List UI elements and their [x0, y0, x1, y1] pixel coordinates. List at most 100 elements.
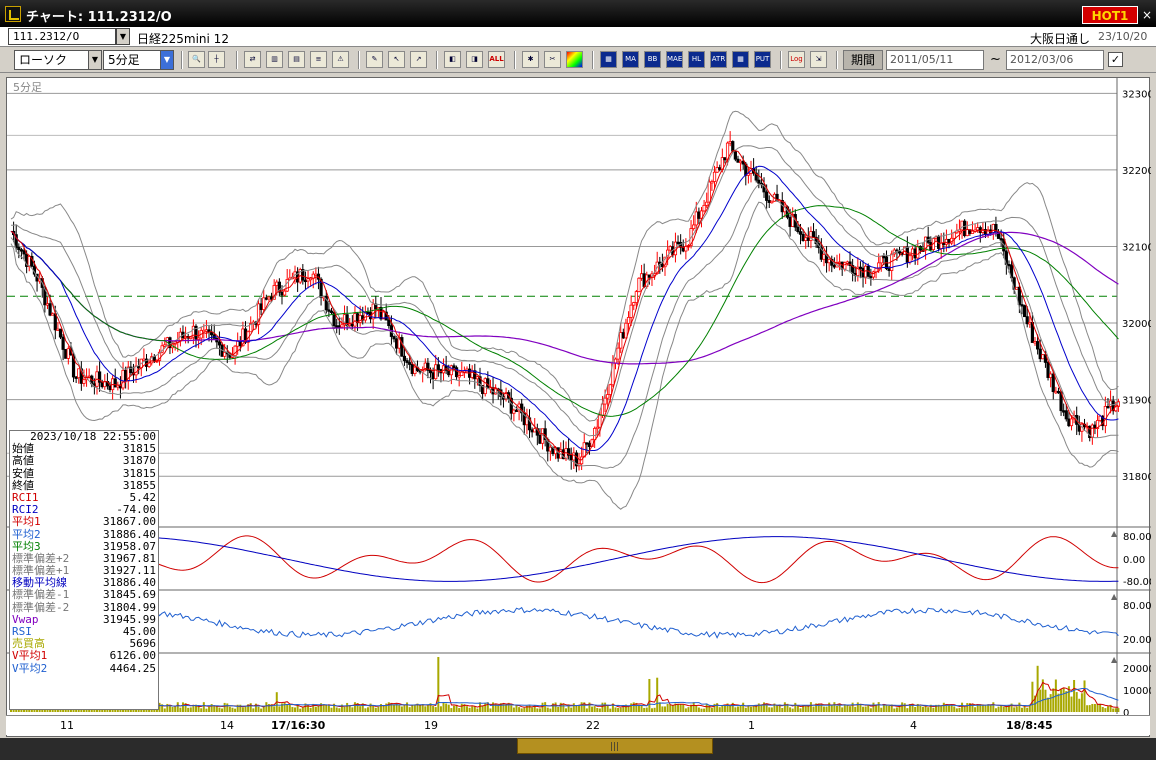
date-from-field[interactable]: 2011/05/11 [886, 50, 984, 70]
info-label: 高値 [12, 454, 34, 468]
volume-bar [1112, 708, 1115, 712]
candle-body [733, 150, 737, 160]
volume-bar [413, 705, 416, 712]
info-label: V平均1 [12, 649, 48, 663]
candle-body [113, 378, 117, 388]
info-value: 45.00 [122, 625, 156, 638]
candle-body [585, 442, 589, 445]
candle-body [684, 246, 688, 252]
pattern-icon[interactable]: ▦ [732, 51, 749, 68]
window-title: チャート: 111.2312/O [26, 10, 172, 25]
zoom-icon[interactable]: 🔍 [188, 51, 205, 68]
scroll-right-icon[interactable]: ◨ [466, 51, 483, 68]
volume-bar [424, 706, 427, 712]
volume-bar [476, 708, 479, 712]
settings-icon[interactable]: ✱ [522, 51, 539, 68]
x-tick-label: 18/8:45 [1006, 719, 1053, 732]
candle-body [603, 397, 607, 405]
volume-bar [927, 707, 930, 712]
atr-button[interactable]: ATR [710, 51, 727, 68]
crosshair-icon[interactable]: ┼ [208, 51, 225, 68]
grid-icon[interactable]: ▦ [600, 51, 617, 68]
hot-button[interactable]: HOT1 [1082, 6, 1138, 24]
volume-bar [924, 706, 927, 712]
symbol-dropdown-icon[interactable]: ▼ [116, 28, 130, 45]
volume-bar [796, 705, 799, 712]
candle-body [452, 365, 456, 369]
info-value: 31815 [122, 466, 156, 480]
warning-icon[interactable]: ⚠ [332, 51, 349, 68]
date-to-field[interactable]: 2012/03/06 [1006, 50, 1104, 70]
volume-bar [549, 708, 552, 712]
ma-button[interactable]: MA [622, 51, 639, 68]
volume-bar [637, 705, 640, 712]
volume-bar [1060, 689, 1063, 712]
candle-body [329, 310, 334, 313]
volume-bar [538, 708, 541, 712]
chevron-down-icon[interactable]: ▼ [160, 50, 174, 70]
info-row: V平均1 6126.00 [10, 650, 158, 662]
candle-body [64, 349, 68, 359]
volume-bar [541, 702, 544, 712]
volume-bar [1062, 687, 1065, 712]
hl-button[interactable]: HL [688, 51, 705, 68]
volume-bar [531, 707, 534, 712]
volume-bar [1073, 679, 1076, 712]
volume-bar [734, 707, 737, 712]
scroll-left-icon[interactable]: ◧ [444, 51, 461, 68]
chevron-down-icon[interactable]: ▼ [88, 50, 102, 70]
period-button[interactable]: 期間 [843, 50, 883, 70]
info-label: Vwap [12, 612, 39, 626]
volume-bar [645, 707, 648, 712]
put-button[interactable]: PUT [754, 51, 771, 68]
mae-button[interactable]: MAE [666, 51, 683, 68]
volume-bar [830, 705, 833, 712]
tool-icon[interactable]: ✂ [544, 51, 561, 68]
period-checkbox[interactable]: ✓ [1108, 52, 1123, 67]
trendline-icon[interactable]: ↗ [410, 51, 427, 68]
symbol-input[interactable]: 111.2312/O [8, 28, 116, 45]
x-tick-label: 1 [748, 719, 755, 732]
log-button[interactable]: Log [788, 51, 805, 68]
volume-bar [202, 702, 205, 712]
volume-bar [958, 707, 961, 712]
info-row: 標準偏差-1 31845.69 [10, 589, 158, 601]
volume-bar [666, 703, 669, 712]
candle-body [1025, 316, 1029, 325]
info-row: V平均2 4464.25 [10, 662, 158, 675]
lines-icon[interactable]: ≡ [310, 51, 327, 68]
candle-body [548, 446, 552, 452]
pointer-icon[interactable]: ↖ [388, 51, 405, 68]
volume-bar [596, 707, 599, 712]
volume-bar [1114, 708, 1117, 712]
volume-bar [434, 707, 437, 712]
volume-bar [643, 707, 646, 712]
volume-bar [351, 707, 354, 712]
color-icon[interactable] [566, 51, 583, 68]
candle-icon[interactable]: ▥ [266, 51, 283, 68]
volume-bar [471, 706, 474, 712]
volume-bar [403, 705, 406, 712]
volume-bar [799, 708, 802, 712]
export-icon[interactable]: ⇲ [810, 51, 827, 68]
close-icon[interactable]: × [1140, 8, 1154, 22]
chart-area[interactable]: 32300 32200 32100 32000 31900 31800 5分足 80.00 0.… [6, 77, 1151, 738]
title-bar[interactable]: チャート: 111.2312/O HOT1 × [0, 0, 1156, 27]
bar-chart-icon[interactable]: ▤ [288, 51, 305, 68]
chart-canvas[interactable]: 32300 32200 32100 32000 31900 31800 5分足 80.00 0.… [7, 78, 1151, 738]
volume-bar [364, 708, 367, 712]
ma3-line [10, 205, 1119, 417]
candle-body [676, 241, 680, 245]
candle-body [402, 355, 407, 362]
volume-bar [544, 702, 547, 712]
pencil-icon[interactable]: ✎ [366, 51, 383, 68]
volume-bar [348, 705, 351, 712]
candle-body [100, 381, 104, 388]
candle-body [765, 191, 769, 201]
bb-button[interactable]: BB [644, 51, 661, 68]
compare-icon[interactable]: ⇄ [244, 51, 261, 68]
volume-bar [898, 706, 901, 712]
all-icon[interactable]: ALL [488, 51, 505, 68]
candle-body [303, 279, 308, 283]
candle-body [428, 370, 433, 374]
